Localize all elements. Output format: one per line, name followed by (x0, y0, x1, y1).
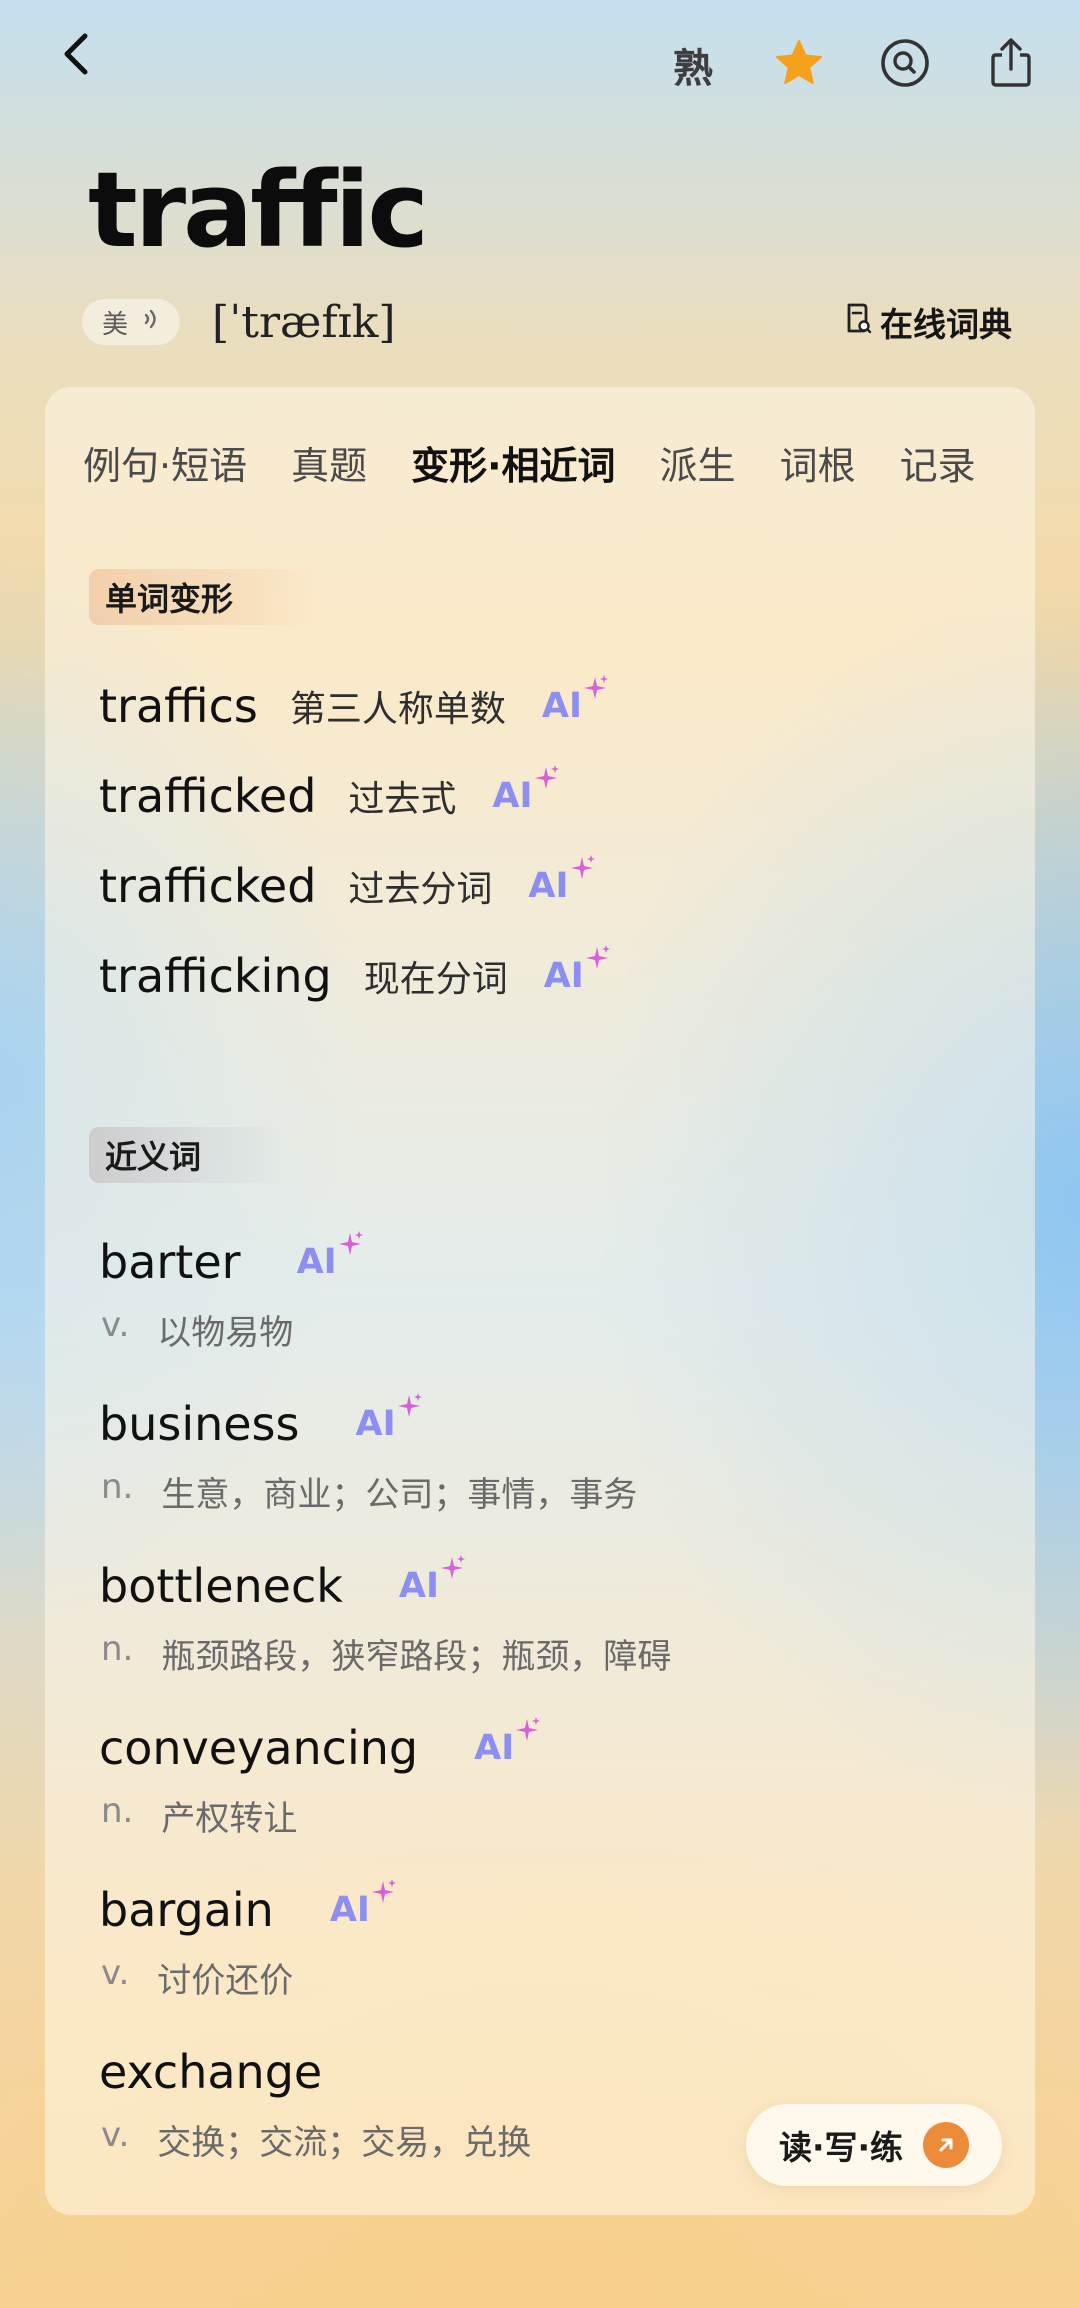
form-description: 过去式 (348, 779, 457, 820)
word-form-row: trafficked 过去式 AI (99, 761, 559, 831)
ai-explain-button[interactable]: AI (541, 675, 609, 726)
form-word[interactable]: traffics (99, 679, 258, 733)
ai-label: AI (296, 1242, 337, 1282)
part-of-speech: n. (101, 1467, 134, 1507)
tab-word-root[interactable]: 词根 (780, 435, 856, 490)
share-icon (988, 37, 1034, 93)
synonym-word[interactable]: bargain (99, 1883, 274, 1937)
ai-label: AI (474, 1728, 515, 1768)
sparkle-icon (514, 1712, 541, 1752)
ai-explain-button[interactable]: AI (355, 1393, 422, 1444)
tab-records[interactable]: 记录 (900, 435, 976, 490)
sparkle-icon (439, 1550, 466, 1590)
synonym-definition: 交换；交流；交易，兑换 (157, 2123, 532, 2163)
synonym-item: conveyancing AI n. 产权转让 (99, 1715, 979, 1840)
word-form-row: trafficked 过去分词 AI (99, 851, 595, 921)
accent-label: 美 (102, 309, 129, 340)
star-icon (774, 38, 824, 92)
form-description: 现在分词 (363, 959, 508, 1000)
form-word[interactable]: trafficking (99, 949, 332, 1003)
dictionary-icon (844, 302, 872, 342)
tab-examples-phrases[interactable]: 例句·短语 (83, 435, 247, 490)
ai-label: AI (528, 866, 569, 906)
sparkle-icon (569, 850, 595, 890)
ai-explain-button[interactable]: AI (528, 855, 595, 906)
sparkle-icon (370, 1874, 396, 1914)
form-word[interactable]: trafficked (99, 859, 316, 913)
ai-label: AI (543, 956, 584, 996)
form-word[interactable]: trafficked (99, 769, 316, 823)
familiar-label: 熟 (673, 46, 713, 92)
ai-explain-button[interactable]: AI (492, 765, 559, 816)
pronunciation-row: 美 [ˈtræfɪk] 在线词典 (82, 292, 1012, 352)
read-write-practice-button[interactable]: 读·写·练 (746, 2104, 1002, 2186)
top-bar: 熟 (0, 0, 1080, 130)
synonym-word[interactable]: barter (99, 1235, 241, 1289)
ai-explain-button[interactable]: AI (398, 1555, 466, 1606)
search-button[interactable] (876, 36, 934, 94)
ai-explain-button[interactable]: AI (329, 1879, 396, 1930)
sparkle-icon (582, 670, 609, 710)
synonym-word[interactable]: bottleneck (99, 1559, 343, 1613)
synonym-item: business AI n. 生意，商业；公司；事情，事务 (99, 1391, 979, 1516)
ai-label: AI (541, 686, 583, 726)
synonym-word[interactable]: exchange (99, 2045, 322, 2099)
synonym-definition: 讨价还价 (157, 1961, 294, 2001)
search-icon (879, 37, 931, 93)
ai-explain-button[interactable]: AI (474, 1717, 541, 1768)
ai-explain-button[interactable]: AI (543, 945, 610, 996)
share-button[interactable] (982, 36, 1040, 94)
ai-label: AI (398, 1566, 440, 1606)
part-of-speech: n. (101, 1791, 134, 1831)
synonym-item: barter AI v. 以物易物 (99, 1229, 979, 1354)
part-of-speech: v. (101, 2115, 130, 2155)
tab-exam-questions[interactable]: 真题 (291, 435, 367, 490)
part-of-speech: n. (101, 1629, 134, 1669)
online-dictionary-link[interactable]: 在线词典 (844, 298, 1012, 346)
sparkle-icon (337, 1226, 363, 1266)
favorite-button[interactable] (770, 36, 828, 94)
headword: traffic (88, 149, 429, 271)
back-icon (61, 32, 91, 80)
synonym-item: bottleneck AI n. 瓶颈路段，狭窄路段；瓶颈，障碍 (99, 1553, 979, 1678)
online-dictionary-label: 在线词典 (880, 305, 1012, 344)
form-description: 过去分词 (348, 869, 493, 910)
word-form-row: traffics 第三人称单数 AI (99, 671, 609, 741)
ai-label: AI (492, 776, 533, 816)
sparkle-icon (533, 760, 559, 800)
sparkle-icon (584, 940, 610, 980)
part-of-speech: v. (101, 1953, 130, 1993)
top-actions: 熟 (664, 30, 1040, 100)
synonym-definition: 瓶颈路段，狭窄路段；瓶颈，障碍 (161, 1637, 672, 1677)
ai-label: AI (355, 1404, 396, 1444)
practice-label: 读·写·练 (778, 2128, 904, 2167)
synonym-word[interactable]: conveyancing (99, 1721, 418, 1775)
section-title-word-forms: 单词变形 (89, 569, 324, 625)
tab-derivatives[interactable]: 派生 (660, 435, 736, 490)
tab-forms-similar[interactable]: 变形·相近词 (411, 435, 615, 490)
synonym-definition: 产权转让 (161, 1799, 298, 1839)
ai-explain-button[interactable]: AI (296, 1231, 363, 1282)
arrow-up-right-icon (923, 2122, 970, 2168)
form-description: 第三人称单数 (289, 689, 506, 730)
content-card: 例句·短语 真题 变形·相近词 派生 词根 记录 单词变形 traffics 第… (45, 387, 1035, 2215)
familiar-button[interactable]: 熟 (664, 36, 722, 94)
synonym-definition: 以物易物 (157, 1313, 294, 1353)
part-of-speech: v. (101, 1305, 130, 1345)
phonetic: [ˈtræfɪk] (212, 296, 396, 348)
synonym-item: bargain AI v. 讨价还价 (99, 1877, 979, 2002)
synonym-definition: 生意，商业；公司；事情，事务 (161, 1475, 638, 1515)
back-button[interactable] (48, 28, 104, 84)
section-title-synonyms: 近义词 (89, 1127, 292, 1183)
ai-label: AI (329, 1890, 370, 1930)
us-pronunciation-button[interactable]: 美 (82, 299, 181, 345)
synonym-word[interactable]: business (99, 1397, 300, 1451)
sparkle-icon (396, 1388, 422, 1428)
word-form-row: trafficking 现在分词 AI (99, 941, 610, 1011)
speaker-icon (142, 307, 160, 338)
tab-bar: 例句·短语 真题 变形·相近词 派生 词根 记录 (45, 427, 1035, 497)
